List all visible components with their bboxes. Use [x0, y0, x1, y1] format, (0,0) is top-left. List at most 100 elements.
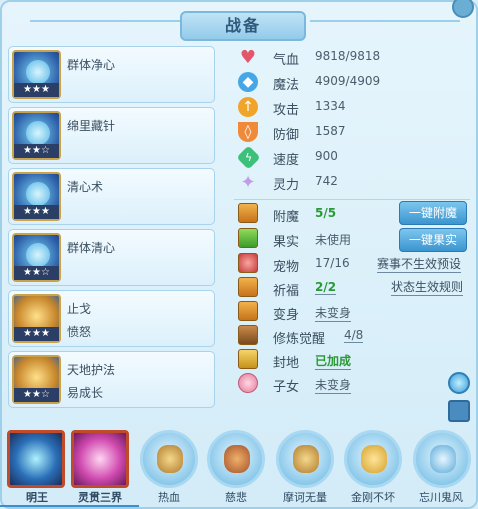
- formation-6[interactable]: [344, 430, 402, 488]
- attr-label: 气血: [273, 53, 300, 68]
- share-icon[interactable]: [448, 400, 470, 422]
- item-label: 封地: [273, 356, 300, 371]
- skill-sub: 愤怒: [67, 325, 92, 339]
- skill-icon: ★★★: [12, 172, 61, 221]
- formation-label: 灵贯三界: [61, 489, 139, 507]
- transform-icon: [238, 301, 258, 321]
- attr-row-attack: ↑ 攻击 1334: [238, 96, 438, 118]
- skill-stars: ★★☆: [14, 388, 59, 402]
- attr-value: 4909/4909: [315, 74, 381, 88]
- title-decoration-right: [310, 20, 460, 22]
- formation-2[interactable]: [71, 430, 129, 488]
- divider: [234, 199, 470, 200]
- formation-label: 忘川鬼风: [419, 491, 463, 504]
- battle-prep-panel: 战备 ★★★ 群体净心 ★★☆ 绵里藏针 ★★★ 清心术 ★★☆ 群体清心 ★★…: [0, 0, 478, 509]
- item-label: 修炼觉醒: [273, 332, 326, 347]
- item-value[interactable]: 未变身: [315, 304, 352, 322]
- attr-value: 9818/9818: [315, 49, 381, 63]
- one-click-fruit-button[interactable]: 一键果实: [399, 228, 467, 252]
- skill-stars: ★★☆: [14, 144, 59, 158]
- formation-5[interactable]: [276, 430, 334, 488]
- item-row-transform: 变身 未变身: [238, 301, 478, 323]
- skill-icon: ★★★: [12, 294, 61, 343]
- panel-title: 战备: [180, 11, 306, 41]
- skill-name: 天地护法: [67, 363, 116, 377]
- sword-icon: ↑: [238, 97, 258, 117]
- attr-value: 900: [315, 149, 338, 163]
- awaken-icon: [238, 325, 258, 345]
- spirit-icon: ✦: [240, 171, 256, 193]
- item-row-children: 子女 未变身: [238, 373, 478, 395]
- heart-icon: ♥: [239, 46, 257, 68]
- item-value[interactable]: 2/2: [315, 280, 337, 295]
- skill-icon: ★★★: [12, 50, 61, 99]
- fruit-icon: [238, 228, 258, 248]
- skill-stars: ★★★: [14, 327, 59, 341]
- attr-value: 1587: [315, 124, 346, 138]
- skill-card-6[interactable]: ★★☆ 天地护法 易成长: [8, 351, 215, 408]
- attr-row-speed: ϟ 速度 900: [236, 145, 438, 170]
- enchant-icon: [238, 203, 258, 223]
- formation-label: 摩诃无量: [283, 491, 327, 504]
- attr-label: 魔法: [273, 78, 300, 93]
- skill-name: 绵里藏针: [67, 119, 116, 133]
- skill-card-1[interactable]: ★★★ 群体净心: [8, 46, 215, 103]
- skill-name: 清心术: [67, 180, 104, 194]
- refresh-icon[interactable]: [448, 372, 470, 394]
- item-value[interactable]: 4/8: [344, 328, 364, 343]
- formation-3[interactable]: [140, 430, 198, 488]
- attr-label: 攻击: [273, 103, 300, 118]
- one-click-enchant-button[interactable]: 一键附魔: [399, 201, 467, 225]
- blessing-icon: [238, 277, 258, 297]
- item-label: 果实: [273, 235, 300, 250]
- skill-name: 止戈: [67, 302, 92, 316]
- lightning-icon: ϟ: [236, 145, 261, 170]
- attr-value: 742: [315, 174, 338, 188]
- attr-label: 防御: [273, 128, 300, 143]
- formation-4[interactable]: [207, 430, 265, 488]
- item-label: 祈福: [273, 284, 300, 299]
- skill-stars: ★★★: [14, 205, 59, 219]
- skill-card-4[interactable]: ★★☆ 群体清心: [8, 229, 215, 286]
- diamond-icon: ◆: [238, 72, 258, 92]
- skill-icon: ★★☆: [12, 355, 61, 404]
- pet-icon: [238, 253, 258, 273]
- close-button[interactable]: [452, 0, 474, 18]
- item-value: 17/16: [315, 256, 350, 270]
- rules-link[interactable]: 状态生效规则: [391, 278, 464, 296]
- preset-link[interactable]: 赛事不生效预设: [377, 255, 462, 273]
- shield-icon: ◊: [238, 122, 258, 142]
- skill-stars: ★★☆: [14, 266, 59, 280]
- item-label: 变身: [273, 308, 300, 323]
- skill-card-3[interactable]: ★★★ 清心术: [8, 168, 215, 225]
- child-icon: [238, 373, 258, 393]
- item-label: 附魔: [273, 210, 300, 225]
- title-decoration-left: [30, 20, 180, 22]
- formation-1[interactable]: [7, 430, 65, 488]
- skill-icon: ★★☆: [12, 111, 61, 160]
- skill-card-2[interactable]: ★★☆ 绵里藏针: [8, 107, 215, 164]
- skill-sub: 易成长: [67, 386, 104, 400]
- item-value[interactable]: 已加成: [315, 352, 352, 370]
- item-value: 5/5: [315, 206, 337, 220]
- skill-stars: ★★★: [14, 83, 59, 97]
- attr-label: 速度: [273, 153, 300, 168]
- attr-row-mp: ◆ 魔法 4909/4909: [238, 71, 438, 93]
- formation-label: 金刚不坏: [351, 491, 395, 504]
- item-label: 宠物: [273, 260, 300, 275]
- skill-card-5[interactable]: ★★★ 止戈 愤怒: [8, 290, 215, 347]
- item-row-fief: 封地 已加成: [238, 349, 478, 371]
- skill-name: 群体净心: [67, 58, 116, 72]
- attr-row-defense: ◊ 防御 1587: [238, 121, 438, 143]
- formation-label: 慈悲: [225, 491, 247, 504]
- item-value[interactable]: 未变身: [315, 376, 352, 394]
- skill-name: 群体清心: [67, 241, 116, 255]
- attr-row-spirit: ✦ 灵力 742: [238, 171, 438, 194]
- attr-value: 1334: [315, 99, 346, 113]
- formation-7[interactable]: [413, 430, 471, 488]
- item-value: 未使用: [315, 233, 352, 247]
- attr-label: 灵力: [273, 178, 300, 193]
- item-label: 子女: [273, 380, 300, 395]
- fief-icon: [238, 349, 258, 369]
- attr-row-hp: ♥ 气血 9818/9818: [238, 46, 438, 69]
